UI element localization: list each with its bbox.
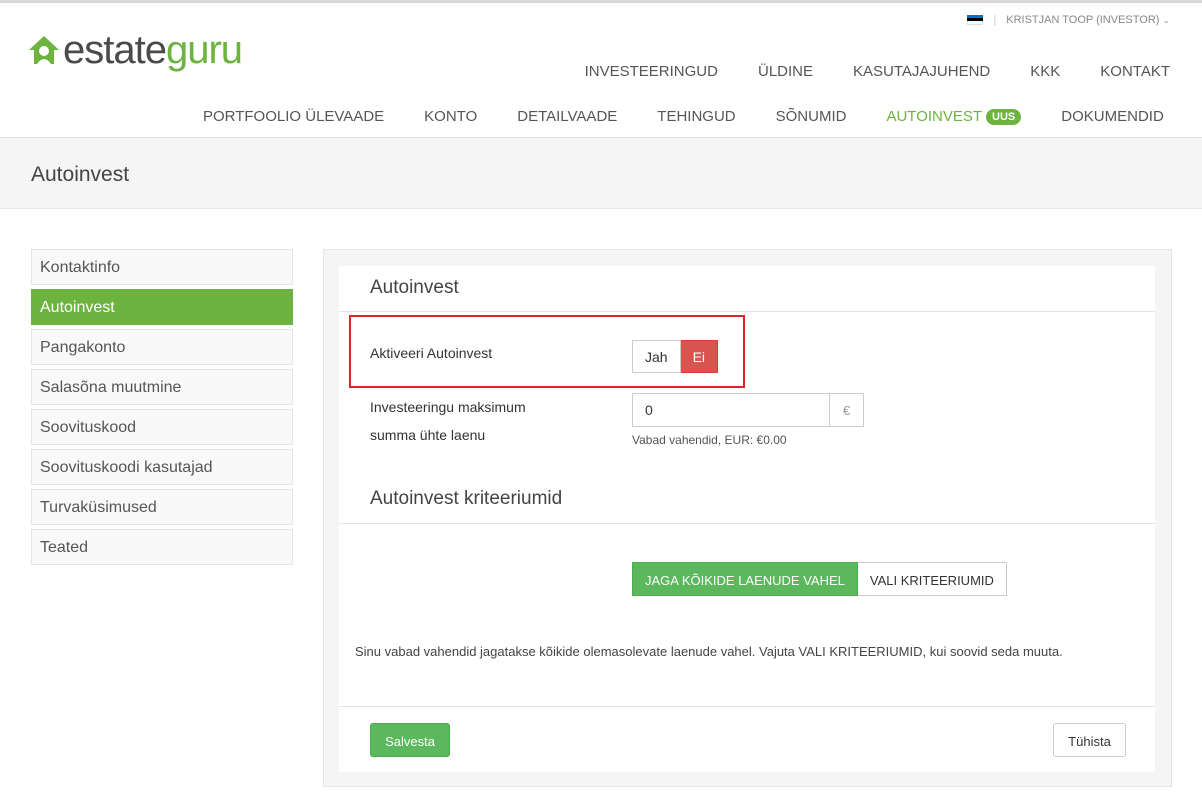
- page-title: Autoinvest: [31, 163, 130, 186]
- user-bar: | KRISTJAN TOOP (INVESTOR) ⌄: [967, 14, 1170, 26]
- nav-kontakt[interactable]: KONTAKT: [1100, 63, 1170, 80]
- section-title-criteria: Autoinvest kriteeriumid: [370, 488, 563, 509]
- logo-text: estateguru: [63, 28, 243, 72]
- section-title-autoinvest: Autoinvest: [370, 277, 459, 298]
- section-divider: [339, 311, 1155, 312]
- max-amount-label-line1: Investeeringu maksimum: [370, 399, 526, 415]
- tab-detailvaade[interactable]: DETAILVAADE: [497, 100, 637, 139]
- tab-autoinvest[interactable]: AUTOINVEST UUS: [866, 100, 1042, 139]
- main-nav: INVESTEERINGUD ÜLDINE KASUTAJAJUHEND KKK…: [545, 63, 1170, 80]
- nav-kkk[interactable]: KKK: [1030, 63, 1060, 80]
- nav-uldine[interactable]: ÜLDINE: [758, 63, 813, 80]
- page-header: Autoinvest: [0, 138, 1202, 209]
- max-amount-label: Investeeringu maksimum summa ühte laenu: [370, 393, 526, 449]
- new-badge: UUS: [986, 109, 1022, 125]
- split-all-loans-button[interactable]: JAGA KÕIKIDE LAENUDE VAHEL: [632, 562, 858, 596]
- tab-tehingud[interactable]: TEHINGUD: [637, 100, 755, 139]
- tab-autoinvest-label: AUTOINVEST: [886, 108, 983, 125]
- tab-konto[interactable]: KONTO: [404, 100, 497, 139]
- sidebar-item-teated[interactable]: Teated: [31, 529, 293, 565]
- sidebar-item-kontaktinfo[interactable]: Kontaktinfo: [31, 249, 293, 285]
- sidebar-item-soovituskoodi-kasutajad[interactable]: Soovituskoodi kasutajad: [31, 449, 293, 485]
- save-button[interactable]: Salvesta: [370, 723, 450, 757]
- max-amount-input-group: 0 €: [632, 393, 864, 427]
- nav-kasutajajuhend[interactable]: KASUTAJAJUHEND: [853, 63, 990, 80]
- available-funds-text: Vabad vahendid, EUR: €0.00: [632, 433, 787, 447]
- flag-estonia-icon: [967, 15, 984, 25]
- estateguru-logo[interactable]: estateguru: [28, 28, 243, 72]
- criteria-mode-selector: JAGA KÕIKIDE LAENUDE VAHEL VALI KRITEERI…: [632, 562, 1007, 596]
- autoinvest-form: Autoinvest Aktiveeri Autoinvest Jah Ei I…: [339, 266, 1155, 772]
- activate-toggle: Jah Ei: [632, 340, 719, 373]
- top-border: [0, 0, 1202, 3]
- sub-nav: PORTFOOLIO ÜLEVAADE KONTO DETAILVAADE TE…: [183, 100, 1184, 139]
- toggle-no-button[interactable]: Ei: [680, 340, 719, 373]
- euro-icon: €: [830, 393, 864, 427]
- section-divider: [339, 523, 1155, 524]
- tab-sonumid[interactable]: SÕNUMID: [756, 100, 867, 139]
- user-menu[interactable]: KRISTJAN TOOP (INVESTOR) ⌄: [1006, 14, 1170, 26]
- activate-autoinvest-label: Aktiveeri Autoinvest: [370, 345, 493, 361]
- footer-divider: [339, 706, 1155, 707]
- divider: |: [993, 14, 997, 26]
- toggle-yes-button[interactable]: Jah: [632, 340, 681, 373]
- tab-portfoolio[interactable]: PORTFOOLIO ÜLEVAADE: [183, 100, 404, 139]
- sidebar-item-soovituskood[interactable]: Soovituskood: [31, 409, 293, 445]
- criteria-info-text: Sinu vabad vahendid jagatakse kõikide ol…: [355, 644, 1063, 659]
- chevron-down-icon: ⌄: [1162, 15, 1170, 25]
- max-amount-label-line2: summa ühte laenu: [370, 427, 486, 443]
- content-panel: Autoinvest Aktiveeri Autoinvest Jah Ei I…: [323, 249, 1172, 787]
- sidebar: Kontaktinfo Autoinvest Pangakonto Salasõ…: [31, 249, 293, 569]
- sidebar-item-turvakusimused[interactable]: Turvaküsimused: [31, 489, 293, 525]
- tab-dokumendid[interactable]: DOKUMENDID: [1041, 100, 1184, 139]
- max-amount-input[interactable]: 0: [632, 393, 830, 427]
- cancel-button[interactable]: Tühista: [1053, 723, 1126, 757]
- sidebar-item-pangakonto[interactable]: Pangakonto: [31, 329, 293, 365]
- house-logo-icon: [29, 36, 59, 64]
- sidebar-item-salasona[interactable]: Salasõna muutmine: [31, 369, 293, 405]
- select-criteria-button[interactable]: VALI KRITEERIUMID: [857, 562, 1007, 596]
- nav-investeeringud[interactable]: INVESTEERINGUD: [585, 63, 718, 80]
- sidebar-item-autoinvest[interactable]: Autoinvest: [31, 289, 293, 325]
